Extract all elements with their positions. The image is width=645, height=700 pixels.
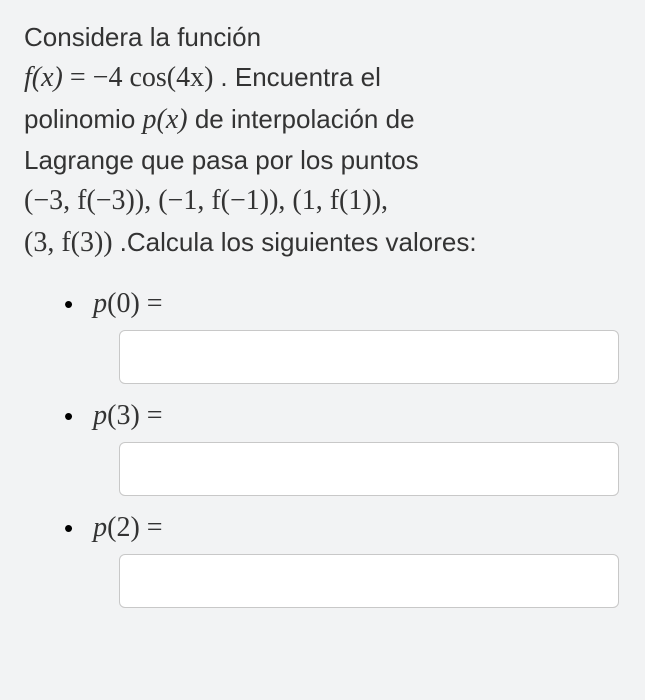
points-line-1: (−3, f(−3)), (−1, f(−1)), (1, f(1)), xyxy=(24,185,388,216)
after-func-text: . Encuentra el xyxy=(220,62,380,92)
after-points-text: .Calcula los siguientes valores: xyxy=(120,227,477,257)
problem-statement: Considera la función f(x) = −4 cos(4x) .… xyxy=(24,18,621,264)
answer-input-p0[interactable] xyxy=(119,330,619,384)
answer-input-p2[interactable] xyxy=(119,554,619,608)
question-list: • p(0) = • p(3) = • p(2) = xyxy=(24,288,621,608)
bullet-icon: • xyxy=(64,291,73,317)
function-definition: f(x) = −4 cos(4x) xyxy=(24,62,220,93)
poly-symbol: p(x) xyxy=(143,104,188,135)
question-label-p3: p(3) = xyxy=(93,400,162,432)
line3: Lagrange que pasa por los puntos xyxy=(24,145,419,175)
intro-text: Considera la función xyxy=(24,22,261,52)
question-label-p2: p(2) = xyxy=(93,512,162,544)
bullet-icon: • xyxy=(64,515,73,541)
list-item: • p(0) = xyxy=(64,288,621,384)
points-line-2: (3, f(3)) xyxy=(24,227,120,258)
question-label-p0: p(0) = xyxy=(93,288,162,320)
answer-input-p3[interactable] xyxy=(119,442,619,496)
line2-pre: polinomio xyxy=(24,104,143,134)
list-item: • p(2) = xyxy=(64,512,621,608)
line2-post: de interpolación de xyxy=(188,104,415,134)
list-item: • p(3) = xyxy=(64,400,621,496)
bullet-icon: • xyxy=(64,403,73,429)
